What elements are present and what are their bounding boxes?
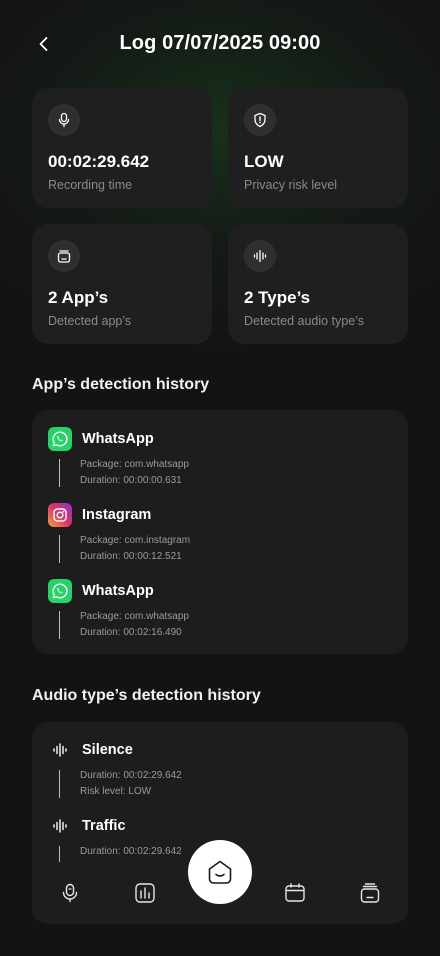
nav-equalizer[interactable] bbox=[131, 879, 159, 907]
timeline-line bbox=[59, 611, 60, 639]
shield-alert-icon bbox=[244, 104, 276, 136]
stat-card-detected-apps: 2 App’s Detected app’s bbox=[32, 224, 212, 344]
app-stack-icon bbox=[48, 240, 80, 272]
home-icon bbox=[208, 860, 232, 884]
app-package: Package: com.instagram bbox=[80, 535, 191, 546]
audio-wave-icon bbox=[244, 240, 276, 272]
app-stack-icon bbox=[360, 883, 380, 903]
stat-label: Detected audio type’s bbox=[244, 314, 364, 328]
app-package: Package: com.whatsapp bbox=[80, 459, 189, 470]
stat-value: 2 App’s bbox=[48, 288, 109, 307]
header: Log 07/07/2025 09:00 bbox=[0, 26, 440, 62]
equalizer-icon bbox=[135, 883, 155, 903]
audio-type-name: Traffic bbox=[82, 818, 126, 834]
app-duration: Duration: 00:00:00.631 bbox=[80, 475, 182, 486]
whatsapp-icon bbox=[48, 427, 72, 451]
audio-wave-icon bbox=[48, 814, 72, 838]
stat-label: Detected app’s bbox=[48, 314, 132, 328]
microphone-icon bbox=[48, 104, 80, 136]
stat-card-privacy-risk: LOW Privacy risk level bbox=[228, 88, 408, 208]
app-package: Package: com.whatsapp bbox=[80, 611, 189, 622]
timeline-line bbox=[59, 846, 60, 862]
app-name: Instagram bbox=[82, 507, 152, 523]
audio-wave-icon bbox=[48, 738, 72, 762]
audio-duration: Duration: 00:02:29.642 bbox=[80, 846, 182, 857]
list-item[interactable]: WhatsApp Package: com.whatsapp Duration:… bbox=[48, 427, 388, 489]
audio-duration: Duration: 00:02:29.642 bbox=[80, 770, 182, 781]
nav-apps[interactable] bbox=[356, 879, 384, 907]
stat-value: 2 Type’s bbox=[244, 288, 311, 307]
calendar-icon bbox=[285, 883, 305, 902]
app-history-panel: WhatsApp Package: com.whatsapp Duration:… bbox=[32, 410, 408, 654]
stat-label: Privacy risk level bbox=[244, 178, 338, 192]
list-item[interactable]: WhatsApp Package: com.whatsapp Duration:… bbox=[48, 579, 388, 641]
timeline-line bbox=[59, 459, 60, 487]
audio-type-name: Silence bbox=[82, 742, 133, 758]
stat-label: Recording time bbox=[48, 178, 133, 192]
app-duration: Duration: 00:02:16.490 bbox=[80, 627, 182, 638]
whatsapp-icon bbox=[48, 579, 72, 603]
app-history-title: App’s detection history bbox=[32, 376, 210, 393]
app-name: WhatsApp bbox=[82, 431, 154, 447]
nav-calendar[interactable] bbox=[281, 879, 309, 907]
voice-recorder-icon bbox=[62, 883, 78, 903]
timeline-line bbox=[59, 770, 60, 798]
nav-home-button[interactable] bbox=[188, 840, 252, 904]
app-name: WhatsApp bbox=[82, 583, 154, 599]
audio-risk-level: Risk level: LOW bbox=[80, 786, 152, 797]
stat-value: 00:02:29.642 bbox=[48, 152, 150, 171]
page-title: Log 07/07/2025 09:00 bbox=[119, 32, 321, 54]
audio-history-title: Audio type’s detection history bbox=[32, 687, 261, 704]
app-duration: Duration: 00:00:12.521 bbox=[80, 551, 182, 562]
stat-card-recording-time: 00:02:29.642 Recording time bbox=[32, 88, 212, 208]
nav-voice-recorder[interactable] bbox=[56, 879, 84, 907]
list-item[interactable]: Instagram Package: com.instagram Duratio… bbox=[48, 503, 388, 565]
stat-value: LOW bbox=[244, 152, 284, 171]
list-item[interactable]: Silence Duration: 00:02:29.642 Risk leve… bbox=[48, 738, 388, 800]
timeline-line bbox=[59, 535, 60, 563]
stat-card-audio-types: 2 Type’s Detected audio type’s bbox=[228, 224, 408, 344]
instagram-icon bbox=[48, 503, 72, 527]
